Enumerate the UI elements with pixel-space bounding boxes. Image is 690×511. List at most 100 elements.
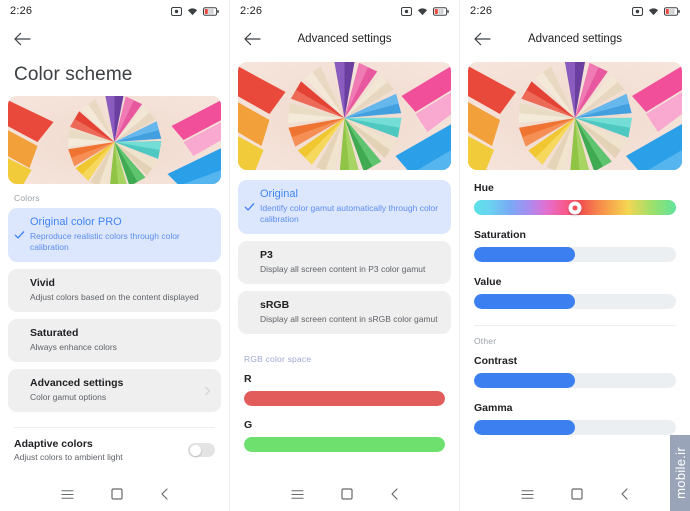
slider-label: Gamma	[474, 402, 513, 414]
list-item-subtitle: Color gamut options	[30, 392, 107, 402]
adaptive-colors-subtitle: Adjust colors to ambient light	[14, 452, 123, 462]
section-label-rgb-color-space: RGB color space	[244, 354, 312, 364]
status-time: 2:26	[240, 5, 263, 17]
battery-low-icon	[664, 6, 680, 16]
hue-slider-thumb[interactable]	[568, 201, 582, 214]
status-time: 2:26	[470, 5, 493, 17]
list-item-subtitle: Adjust colors based on the content displ…	[30, 292, 199, 302]
adaptive-colors-row[interactable]: Adaptive colors Adjust colors to ambient…	[0, 428, 229, 462]
panel-color-scheme: 2:26 Color scheme Colors Original color …	[0, 0, 230, 511]
pencils-hero-image-3	[468, 62, 682, 170]
panel-advanced-settings-sliders: 2:26 Advanced settings Hue Saturation Va…	[460, 0, 690, 511]
list-item-subtitle: Display all screen content in P3 color g…	[260, 264, 426, 274]
list-item-srgb[interactable]: sRGB Display all screen content in sRGB …	[238, 291, 451, 334]
slider-fill	[244, 391, 445, 406]
adaptive-colors-toggle[interactable]	[188, 443, 215, 457]
color-gamut-list: Original Identify color gamut automatica…	[230, 180, 459, 341]
toggle-knob	[189, 444, 201, 456]
list-item-subtitle: Reproduce realistic colors through color…	[30, 231, 180, 252]
app-bar-title: Advanced settings	[297, 33, 392, 45]
list-item-title: P3	[260, 249, 273, 261]
slider-value[interactable]: Value	[460, 276, 690, 309]
app-bar: Advanced settings	[460, 22, 690, 56]
list-item-title: Vivid	[30, 277, 55, 289]
slider-saturation[interactable]: Saturation	[460, 229, 690, 262]
app-bar	[0, 22, 229, 56]
back-arrow-icon	[13, 32, 31, 46]
list-item-advanced-settings[interactable]: Advanced settings Color gamut options	[8, 369, 221, 412]
battery-low-icon	[433, 6, 449, 16]
list-item-saturated[interactable]: Saturated Always enhance colors	[8, 319, 221, 362]
colored-pencils-illustration	[468, 62, 682, 170]
list-item-title: sRGB	[260, 299, 290, 311]
list-item-vivid[interactable]: Vivid Adjust colors based on the content…	[8, 269, 221, 312]
wifi-icon	[187, 7, 198, 15]
menu-icon[interactable]	[60, 489, 74, 500]
page-title: Color scheme	[14, 64, 133, 85]
list-item-original[interactable]: Original Identify color gamut automatica…	[238, 180, 451, 234]
status-bar: 2:26	[230, 0, 459, 22]
back-button[interactable]	[242, 29, 262, 49]
slider-label: Hue	[474, 182, 494, 194]
section-label-colors: Colors	[14, 193, 40, 203]
wifi-icon	[648, 7, 659, 15]
slider-hue[interactable]: Hue	[460, 182, 690, 215]
list-item-title: Saturated	[30, 327, 79, 339]
adaptive-colors-texts: Adaptive colors Adjust colors to ambient…	[14, 438, 188, 462]
watermark-text: mobile.ir	[672, 447, 688, 499]
system-nav-bar	[460, 477, 690, 511]
screenshot-icon	[401, 6, 412, 16]
status-bar: 2:26	[460, 0, 690, 22]
slider-label: G	[244, 419, 253, 431]
slider-track[interactable]	[244, 391, 445, 406]
slider-fill	[244, 437, 445, 452]
battery-low-icon	[203, 6, 219, 16]
back-button[interactable]	[12, 29, 32, 49]
status-bar: 2:26	[0, 0, 229, 22]
home-square-icon[interactable]	[571, 488, 583, 500]
status-icons	[632, 6, 680, 16]
back-chevron-icon[interactable]	[620, 488, 629, 500]
slider-contrast[interactable]: Contrast	[460, 355, 690, 388]
back-arrow-icon	[243, 32, 261, 46]
slider-g[interactable]: G	[230, 419, 459, 452]
status-icons	[171, 6, 219, 16]
slider-label: Contrast	[474, 355, 518, 367]
section-label-other: Other	[474, 336, 497, 346]
adaptive-colors-title: Adaptive colors	[14, 438, 93, 450]
slider-track[interactable]	[474, 247, 676, 262]
slider-track[interactable]	[474, 420, 676, 435]
back-chevron-icon[interactable]	[390, 488, 399, 500]
slider-track[interactable]	[244, 437, 445, 452]
slider-track[interactable]	[474, 294, 676, 309]
app-bar-title: Advanced settings	[528, 33, 622, 45]
slider-fill	[474, 294, 575, 309]
list-item-subtitle: Always enhance colors	[30, 342, 117, 352]
list-item-p3[interactable]: P3 Display all screen content in P3 colo…	[238, 241, 451, 284]
list-item-original-color-pro[interactable]: Original color PRO Reproduce realistic c…	[8, 208, 221, 262]
list-item-subtitle: Identify color gamut automatically throu…	[260, 203, 439, 224]
slider-label: Value	[474, 276, 502, 288]
back-chevron-icon[interactable]	[160, 488, 169, 500]
list-item-title: Original color PRO	[30, 216, 122, 228]
chevron-right-icon	[205, 386, 210, 395]
back-arrow-icon	[473, 32, 491, 46]
check-icon	[244, 203, 255, 211]
screenshot-icon	[632, 6, 643, 16]
system-nav-bar	[230, 477, 459, 511]
back-button[interactable]	[472, 29, 492, 49]
menu-icon[interactable]	[290, 489, 304, 500]
menu-icon[interactable]	[521, 489, 534, 500]
status-icons	[401, 6, 449, 16]
colored-pencils-illustration	[8, 96, 221, 184]
list-item-title: Advanced settings	[30, 377, 124, 389]
watermark: mobile.ir	[670, 435, 690, 511]
home-square-icon[interactable]	[110, 488, 123, 500]
slider-track[interactable]	[474, 200, 676, 215]
slider-r[interactable]: R	[230, 373, 459, 406]
home-square-icon[interactable]	[340, 488, 353, 500]
slider-gamma[interactable]: Gamma	[460, 402, 690, 435]
color-scheme-list: Original color PRO Reproduce realistic c…	[0, 208, 229, 419]
wifi-icon	[417, 7, 428, 15]
slider-track[interactable]	[474, 373, 676, 388]
